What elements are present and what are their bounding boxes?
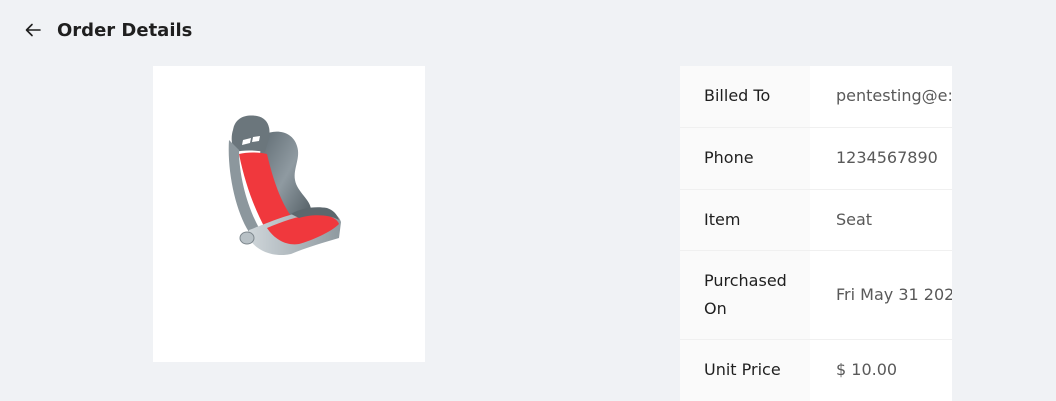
car-seat-image bbox=[228, 115, 341, 256]
detail-label-purchased-on: Purchased On bbox=[680, 250, 810, 340]
page-header: Order Details bbox=[24, 16, 192, 44]
back-button[interactable] bbox=[24, 21, 42, 39]
detail-label-phone: Phone bbox=[680, 127, 810, 190]
detail-row-purchased-on: Purchased On Fri May 31 202 bbox=[680, 250, 952, 340]
detail-row-item: Item Seat bbox=[680, 189, 952, 251]
product-image-card bbox=[153, 66, 425, 362]
detail-value-phone: 1234567890 bbox=[810, 127, 952, 190]
detail-value-billed-to: pentesting@e: bbox=[810, 66, 952, 128]
detail-row-phone: Phone 1234567890 bbox=[680, 127, 952, 190]
detail-value-item: Seat bbox=[810, 189, 952, 251]
page-title: Order Details bbox=[57, 19, 193, 41]
order-details-table: Billed To pentesting@e: Phone 1234567890… bbox=[680, 66, 952, 401]
detail-value-purchased-on: Fri May 31 202 bbox=[810, 250, 952, 340]
detail-label-item: Item bbox=[680, 189, 810, 251]
arrow-left-icon bbox=[25, 23, 41, 37]
order-details-panel: Billed To pentesting@e: Phone 1234567890… bbox=[680, 66, 952, 401]
detail-label-unit-price: Unit Price bbox=[680, 339, 810, 401]
detail-row-unit-price: Unit Price $ 10.00 bbox=[680, 339, 952, 401]
detail-row-billed-to: Billed To pentesting@e: bbox=[680, 66, 952, 128]
detail-value-unit-price: $ 10.00 bbox=[810, 339, 952, 401]
detail-label-billed-to: Billed To bbox=[680, 66, 810, 128]
